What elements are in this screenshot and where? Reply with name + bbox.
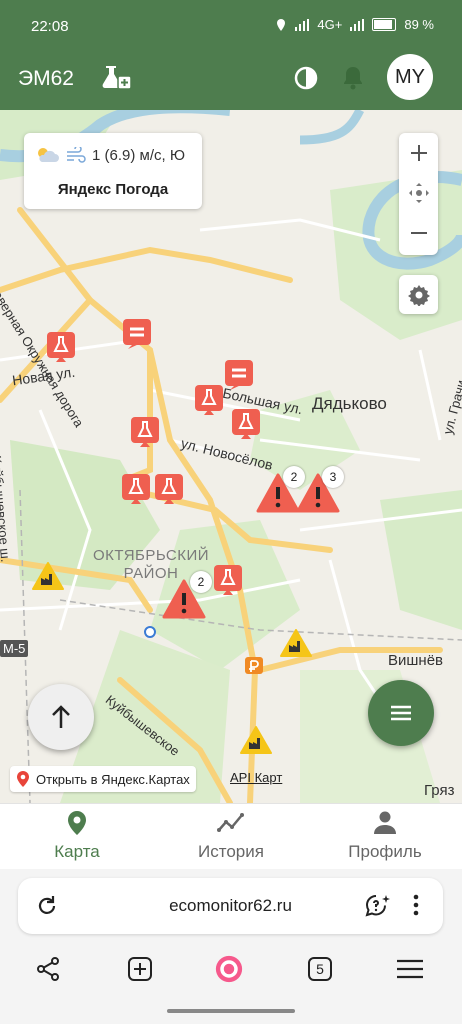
nav-item-history[interactable]: История bbox=[154, 810, 308, 862]
hamburger-icon bbox=[397, 959, 423, 979]
avatar-initials: MY bbox=[395, 65, 425, 88]
nav-label-map: Карта bbox=[54, 842, 100, 861]
signal-icon bbox=[295, 18, 310, 31]
more-vertical-icon[interactable] bbox=[412, 894, 420, 916]
factory-warning-icon[interactable] bbox=[31, 561, 65, 591]
status-time: 22:08 bbox=[31, 18, 69, 35]
share-button[interactable] bbox=[34, 955, 62, 983]
scroll-up-button[interactable] bbox=[28, 684, 94, 750]
map-pin-icon bbox=[68, 811, 86, 835]
nav-item-profile[interactable]: Профиль bbox=[308, 810, 462, 862]
home-indicator[interactable] bbox=[167, 1009, 295, 1013]
avatar[interactable]: MY bbox=[387, 54, 433, 100]
factory-warning-icon[interactable] bbox=[279, 628, 313, 658]
lab-marker-icon[interactable] bbox=[213, 564, 243, 598]
zoom-control bbox=[399, 133, 438, 255]
plus-icon bbox=[410, 145, 427, 161]
map-settings-button[interactable] bbox=[399, 275, 438, 314]
weather-provider: Яндекс Погода bbox=[57, 181, 169, 198]
lab-marker-icon[interactable] bbox=[231, 408, 261, 442]
alert-count-badge: 2 bbox=[190, 571, 212, 593]
label-dyadkovo: Дядьково bbox=[312, 394, 387, 413]
alert-count-badge: 3 bbox=[322, 466, 344, 488]
tabs-count: 5 bbox=[316, 961, 324, 977]
map-pin-icon bbox=[17, 771, 29, 787]
nav-label-history: История bbox=[198, 842, 264, 861]
hamburger-icon bbox=[391, 705, 411, 721]
browser-bar: ecomonitor62.ru 5 bbox=[0, 869, 462, 1024]
share-icon bbox=[37, 957, 59, 981]
location-icon bbox=[277, 18, 286, 31]
wind-icon bbox=[67, 147, 86, 163]
nav-label-profile: Профиль bbox=[348, 842, 422, 861]
gear-icon bbox=[407, 284, 430, 306]
lab-flask-add-icon[interactable] bbox=[100, 62, 132, 94]
status-icons: 4G+ 89 % bbox=[275, 17, 434, 32]
bell-icon[interactable] bbox=[342, 65, 364, 91]
new-tab-button[interactable] bbox=[126, 955, 154, 983]
ruble-poi-icon[interactable] bbox=[245, 657, 263, 677]
lab-marker-icon[interactable] bbox=[194, 384, 224, 418]
wind-speed: 1 (6.9) м/с, Ю bbox=[92, 146, 185, 164]
open-in-yandex-label: Открыть в Яндекс.Картах bbox=[36, 771, 190, 787]
signal-icon-2 bbox=[350, 18, 365, 31]
zoom-out-button[interactable] bbox=[399, 213, 438, 253]
alice-icon bbox=[215, 955, 243, 983]
browser-menu-button[interactable] bbox=[396, 955, 424, 983]
alice-button[interactable] bbox=[215, 955, 243, 983]
open-in-yandex-maps-link[interactable]: Открыть в Яндекс.Картах bbox=[10, 766, 196, 792]
app-title[interactable]: ЭМ62 bbox=[18, 67, 74, 91]
status-bar: 22:08 4G+ 89 % bbox=[0, 0, 462, 52]
weather-card[interactable]: 1 (6.9) м/с, Ю Яндекс Погода bbox=[24, 133, 202, 209]
ai-assistant-icon[interactable] bbox=[364, 893, 392, 919]
lab-marker-icon[interactable] bbox=[121, 473, 151, 507]
battery-icon bbox=[372, 18, 397, 31]
zoom-in-button[interactable] bbox=[399, 133, 438, 173]
menu-fab-button[interactable] bbox=[368, 680, 434, 746]
person-icon bbox=[374, 811, 396, 834]
battery-level: 89 % bbox=[404, 17, 434, 32]
lab-marker-icon[interactable] bbox=[46, 331, 76, 365]
nav-item-map[interactable]: Карта bbox=[0, 810, 154, 862]
locate-drag-button[interactable] bbox=[399, 173, 438, 213]
minus-icon bbox=[410, 232, 427, 234]
map-view[interactable]: Дядьково ОКТЯБРЬСКИЙ РАЙОН Вишнёв Новая … bbox=[0, 110, 462, 803]
move-arrows-icon bbox=[408, 183, 429, 203]
trend-chart-icon bbox=[217, 813, 244, 832]
label-m5: М-5 bbox=[0, 640, 29, 657]
api-maps-link[interactable]: API Карт bbox=[230, 770, 282, 785]
factory-warning-icon[interactable] bbox=[239, 725, 273, 755]
theme-contrast-icon[interactable] bbox=[294, 66, 318, 90]
report-marker-icon[interactable] bbox=[122, 318, 152, 352]
lab-marker-icon[interactable] bbox=[130, 416, 160, 450]
network-type: 4G+ bbox=[317, 17, 343, 32]
bottom-navigation: Карта История Профиль bbox=[0, 803, 462, 870]
address-bar[interactable]: ecomonitor62.ru bbox=[18, 878, 443, 934]
partly-cloudy-icon bbox=[38, 148, 59, 162]
lab-marker-icon[interactable] bbox=[154, 473, 184, 507]
report-marker-icon[interactable] bbox=[224, 359, 254, 393]
label-vishnevka: Вишнёв bbox=[388, 652, 444, 669]
app-bar: ЭМ62 MY bbox=[0, 52, 462, 110]
tabs-button[interactable]: 5 bbox=[306, 955, 334, 983]
arrow-up-icon bbox=[52, 705, 70, 728]
plus-square-icon bbox=[128, 957, 152, 981]
label-gryaz: Гряз bbox=[424, 782, 455, 799]
